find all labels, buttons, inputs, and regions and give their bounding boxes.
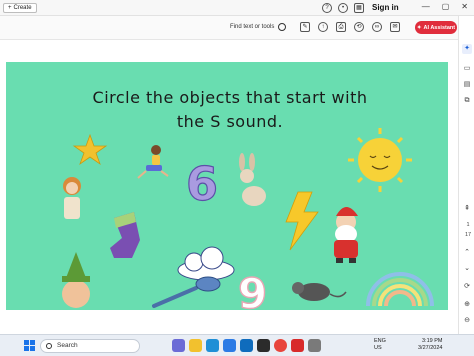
instructions-line-1: Circle the objects that start with: [92, 88, 368, 107]
page-total: 17: [464, 232, 472, 238]
upload-cloud-icon[interactable]: ↑: [318, 22, 328, 32]
apps-grid-icon[interactable]: ▦: [354, 3, 364, 13]
sparkle-icon: ✦: [416, 24, 422, 31]
plus-icon: +: [8, 5, 12, 11]
chrome-icon[interactable]: [274, 339, 287, 352]
number-six-picture: 6: [186, 157, 218, 211]
comment-icon[interactable]: ▭: [462, 64, 472, 74]
edit-text-icon[interactable]: ✎: [300, 22, 310, 32]
sign-in-button[interactable]: Sign in: [372, 3, 399, 12]
create-button[interactable]: + Create: [3, 3, 37, 13]
acrobat-icon[interactable]: [291, 339, 304, 352]
edge-browser-icon[interactable]: [206, 339, 219, 352]
link-icon[interactable]: ∞: [372, 22, 382, 32]
worksheet-instructions: Circle the objects that start with the S…: [30, 86, 430, 134]
instructions-line-2: the S sound.: [176, 112, 284, 131]
page-up-icon[interactable]: ⌃: [462, 248, 472, 258]
notifications-icon[interactable]: •: [338, 3, 348, 13]
rat-picture: [292, 282, 347, 301]
store-icon[interactable]: [223, 339, 236, 352]
language-line-1: ENG: [374, 338, 386, 344]
clock-time: 3:19 PM: [421, 338, 443, 344]
number-nine-picture: 9: [238, 269, 267, 310]
star-picture: [72, 133, 108, 166]
zoom-out-icon[interactable]: ⊖: [462, 316, 472, 326]
terminal-icon[interactable]: [257, 339, 270, 352]
task-view-icon[interactable]: [172, 339, 185, 352]
worksheet-page: 6 9 Circle the objects that start with t…: [6, 62, 448, 319]
zoom-in-icon[interactable]: ⊕: [462, 300, 472, 310]
sun-picture: [348, 128, 412, 192]
right-rail: ✦ ▭ ▤ ⧉ ⇞ 1 17 ⌃ ⌄ ⟳ ⊕ ⊖: [458, 16, 474, 334]
cloud-picture: [177, 246, 235, 281]
find-label: Find text or tools: [230, 24, 275, 30]
app-title-bar: + Create ? • ▦ Sign in — ▢ ✕: [0, 0, 474, 16]
ai-chat-icon[interactable]: ✦: [462, 44, 472, 54]
file-explorer-icon[interactable]: [189, 339, 202, 352]
rainbow-picture: [366, 272, 434, 307]
sock-picture: [110, 212, 140, 258]
windows-taskbar: Search ENG US 3:19 PM 3/27/2024: [0, 334, 474, 356]
girl-picture: [63, 177, 81, 219]
lightning-bolt-picture: [285, 191, 319, 251]
language-line-2: US: [374, 345, 382, 351]
settings-icon[interactable]: [308, 339, 321, 352]
taskbar-search-label: Search: [57, 342, 78, 349]
scroll-top-icon[interactable]: ⇞: [462, 204, 472, 214]
search-icon: [46, 343, 52, 349]
system-clock[interactable]: 3:19 PM 3/27/2024: [418, 338, 442, 352]
page-down-icon[interactable]: ⌄: [462, 264, 472, 274]
minimize-icon[interactable]: —: [422, 2, 430, 11]
page-current: 1: [466, 222, 470, 228]
windows-start-icon[interactable]: [24, 340, 35, 351]
fit-page-icon[interactable]: ⟳: [462, 282, 472, 292]
outlook-icon[interactable]: [240, 339, 253, 352]
bookmark-icon[interactable]: ⧉: [462, 96, 472, 106]
ai-assistant-label: AI Assistant: [423, 24, 456, 31]
search-icon: [278, 23, 287, 31]
email-icon[interactable]: ✉: [390, 22, 400, 32]
language-indicator[interactable]: ENG US: [374, 338, 386, 352]
clock-date: 3/27/2024: [418, 345, 443, 351]
find-text-tools-field[interactable]: Find text or tools: [230, 23, 287, 31]
document-toolbar: Find text or tools ✎ ↑ ⎙ ⟲ ∞ ✉ ✦ AI Assi…: [0, 16, 458, 40]
close-icon[interactable]: ✕: [461, 2, 468, 11]
running-girl-picture: [137, 145, 169, 179]
maximize-icon[interactable]: ▢: [442, 2, 450, 11]
spoon-picture: [152, 276, 221, 308]
help-icon[interactable]: ?: [322, 3, 332, 13]
taskbar-search-box[interactable]: Search: [40, 339, 140, 353]
pages-icon[interactable]: ▤: [462, 80, 472, 90]
santa-claus-picture: [334, 207, 358, 263]
print-icon[interactable]: ⎙: [336, 22, 346, 32]
share-icon[interactable]: ⟲: [354, 22, 364, 32]
document-viewport[interactable]: 6 9 Circle the objects that start with t…: [0, 40, 458, 334]
ai-assistant-button[interactable]: ✦ AI Assistant: [415, 21, 457, 34]
create-label: Create: [13, 5, 32, 11]
elf-picture: [62, 252, 90, 308]
rabbit-picture: [239, 153, 266, 206]
